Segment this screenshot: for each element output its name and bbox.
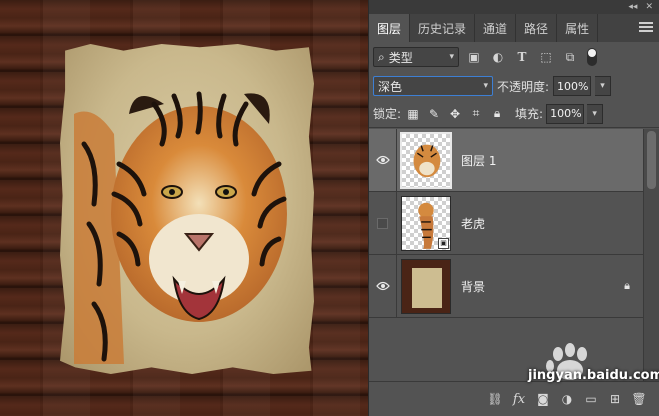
filter-toggle-switch[interactable]: [587, 48, 597, 66]
layer-style-fx-icon[interactable]: fx: [512, 392, 526, 407]
smart-object-filter-icon[interactable]: ⧉: [561, 48, 579, 66]
tab-history[interactable]: 历史记录: [410, 14, 476, 42]
panel-tabs: 图层 历史记录 通道 路径 属性: [369, 14, 659, 42]
opacity-label: 不透明度:: [497, 79, 550, 94]
tab-properties[interactable]: 属性: [557, 14, 599, 42]
document-canvas[interactable]: [0, 0, 368, 416]
lock-position-icon[interactable]: ✥: [446, 105, 464, 123]
opacity-dropdown-icon[interactable]: ▾: [595, 76, 612, 96]
chevron-down-icon: ▾: [483, 81, 488, 91]
fill-input[interactable]: 100%: [546, 103, 585, 124]
lock-all-icon[interactable]: 🔒︎: [488, 105, 506, 123]
new-group-icon[interactable]: ▭: [584, 392, 598, 406]
new-layer-icon[interactable]: ⊞: [608, 392, 622, 406]
tiger-thumbnail-icon: [413, 144, 441, 177]
layers-panel: ◂◂ ✕ 图层 历史记录 通道 路径 属性 ⌕ 类型 ▾ ▣ ◐ T ⬚ ⧉ 深…: [368, 0, 659, 416]
panel-collapse-bar[interactable]: ◂◂ ✕: [369, 0, 659, 14]
lock-transparent-pixels-icon[interactable]: ▦: [404, 105, 422, 123]
layer-thumbnail[interactable]: [401, 258, 451, 314]
layer-name[interactable]: 背景: [461, 278, 485, 295]
layer-filter-row: ⌕ 类型 ▾ ▣ ◐ T ⬚ ⧉: [369, 42, 659, 72]
fill-label: 填充:: [515, 107, 544, 121]
eye-icon: [375, 155, 390, 165]
fill-dropdown-icon[interactable]: ▾: [587, 103, 604, 124]
panel-menu-icon[interactable]: [639, 20, 653, 34]
blend-mode-select[interactable]: 深色 ▾: [373, 76, 493, 96]
close-panel-icon[interactable]: ✕: [645, 2, 653, 12]
lock-artboard-icon[interactable]: ⌗: [467, 105, 485, 123]
lock-image-pixels-icon[interactable]: ✎: [425, 105, 443, 123]
visibility-toggle[interactable]: [369, 129, 397, 191]
tab-paths[interactable]: 路径: [516, 14, 558, 42]
layer-name[interactable]: 图层 1: [461, 152, 496, 169]
filter-kind-select[interactable]: ⌕ 类型 ▾: [373, 47, 459, 67]
scrollbar-thumb[interactable]: [647, 131, 656, 189]
lock-label: 锁定:: [373, 107, 402, 121]
layer-row-background[interactable]: 背景 🔒︎: [369, 255, 644, 318]
watermark-url: jingyan.baidu.com: [528, 368, 659, 383]
add-mask-icon[interactable]: ◙: [536, 392, 550, 406]
smart-object-badge-icon: ▣: [438, 237, 449, 249]
layers-scrollbar[interactable]: [643, 129, 659, 381]
layer-thumbnail[interactable]: ▣: [401, 195, 451, 251]
tab-layers[interactable]: 图层: [369, 14, 411, 42]
search-icon: ⌕: [378, 49, 385, 64]
delete-layer-icon[interactable]: 🗑︎: [631, 392, 646, 406]
blend-row: 深色 ▾ 不透明度: 100% ▾: [369, 72, 659, 100]
eye-icon: [375, 281, 390, 291]
layer-name[interactable]: 老虎: [461, 215, 485, 232]
type-filter-icon[interactable]: T: [513, 48, 531, 66]
tiger-image: [74, 91, 287, 364]
paper-thumbnail-icon: [412, 267, 442, 308]
visibility-toggle[interactable]: [369, 192, 397, 254]
layer-row-tiger[interactable]: ▣ 老虎: [369, 192, 644, 255]
visibility-toggle[interactable]: [369, 255, 397, 317]
parchment-paper: [60, 44, 314, 374]
layers-bottom-bar: ⛓ fx ◙ ◑ ▭ ⊞ 🗑︎: [369, 381, 659, 416]
lock-row: 锁定: ▦ ✎ ✥ ⌗ 🔒︎ 填充: 100% ▾: [369, 100, 659, 128]
layers-list: 图层 1 ▣ 老虎 背景 🔒︎: [369, 129, 644, 381]
chevron-down-icon: ▾: [449, 52, 454, 62]
shape-filter-icon[interactable]: ⬚: [537, 48, 555, 66]
opacity-input[interactable]: 100%: [553, 76, 592, 96]
link-layers-icon[interactable]: ⛓: [487, 392, 502, 406]
blend-mode-value: 深色: [378, 79, 403, 94]
filter-kind-label: 类型: [388, 50, 413, 65]
layer-row-layer1[interactable]: 图层 1: [369, 129, 644, 192]
hidden-visibility-box: [377, 217, 388, 229]
image-filter-icon[interactable]: ▣: [465, 48, 483, 66]
lock-icon: 🔒︎: [624, 279, 630, 292]
adjustment-filter-icon[interactable]: ◐: [489, 48, 507, 66]
collapse-panel-icon[interactable]: ◂◂: [628, 2, 637, 12]
layer-thumbnail[interactable]: [400, 131, 452, 189]
adjustment-layer-icon[interactable]: ◑: [560, 392, 574, 406]
tab-channels[interactable]: 通道: [475, 14, 517, 42]
